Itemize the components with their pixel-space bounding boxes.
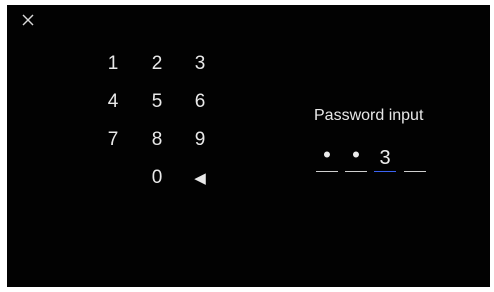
password-slot-underline [404,171,426,172]
key-9[interactable]: 9 [185,125,215,155]
password-slot-value: 3 [379,147,391,169]
key-3[interactable]: 3 [185,49,215,79]
key-1[interactable]: 1 [98,49,128,79]
key-4[interactable]: 4 [98,87,128,117]
key-5[interactable]: 5 [142,87,172,117]
backspace-icon[interactable]: ◀ [185,163,215,193]
password-slot-underline-active [374,171,396,172]
password-screen: 1 2 3 4 5 6 7 8 9 0 ◀ Password input • •… [7,5,490,287]
key-0[interactable]: 0 [142,163,172,193]
key-7[interactable]: 7 [98,125,128,155]
key-6[interactable]: 6 [185,87,215,117]
key-8[interactable]: 8 [142,125,172,155]
password-input-title: Password input [314,107,424,124]
password-slot-1[interactable]: • [316,144,338,172]
password-slot-underline [316,171,338,172]
close-icon[interactable] [21,13,35,27]
password-slot-2[interactable]: • [345,144,367,172]
password-slot-value: • [352,142,360,167]
key-2[interactable]: 2 [142,49,172,79]
password-slot-underline [345,171,367,172]
password-slot-4[interactable] [404,152,426,172]
password-slot-value: • [323,142,331,167]
password-slot-3[interactable]: 3 [374,148,396,172]
